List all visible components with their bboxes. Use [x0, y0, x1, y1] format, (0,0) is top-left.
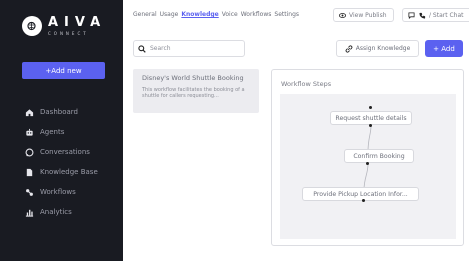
sidebar-item-workflows[interactable]: Workflows — [24, 182, 98, 202]
workflow-handle[interactable] — [362, 199, 365, 202]
sidebar-item-agents[interactable]: Agents — [24, 122, 98, 142]
document-icon — [24, 167, 34, 177]
tab-voice[interactable]: Voice — [222, 11, 238, 18]
knowledge-card-title: Disney's World Shuttle Booking — [142, 74, 244, 82]
brand-logo[interactable]: AIVA CONNECT — [22, 16, 106, 36]
eye-icon — [339, 12, 346, 18]
sidebar-item-dashboard[interactable]: Dashboard — [24, 102, 98, 122]
app-window: AIVA CONNECT +Add new Dashboard Agents C… — [0, 0, 469, 261]
view-publish-button[interactable]: View Publish — [333, 8, 394, 22]
tab-workflows[interactable]: Workflows — [241, 11, 272, 18]
sidebar-item-label: Agents — [40, 128, 65, 136]
sidebar-nav: Dashboard Agents Conversations Knowledge… — [24, 102, 98, 222]
phone-icon — [419, 12, 426, 19]
tab-usage[interactable]: Usage — [160, 11, 179, 18]
agent-icon — [24, 127, 34, 137]
chat-bubble-icon — [408, 11, 415, 19]
add-button[interactable]: + Add — [425, 40, 463, 57]
workflow-step[interactable]: Request shuttle details — [330, 111, 412, 125]
tab-settings[interactable]: Settings — [274, 11, 299, 18]
workflow-panel: Workflow Steps Request shuttle details C… — [271, 69, 464, 246]
tab-general[interactable]: General — [133, 11, 157, 18]
sidebar-item-knowledge-base[interactable]: Knowledge Base — [24, 162, 98, 182]
chart-icon — [24, 207, 34, 217]
search-placeholder: Search — [150, 45, 171, 52]
home-icon — [24, 107, 34, 117]
chat-icon — [24, 147, 34, 157]
sidebar: AIVA CONNECT +Add new Dashboard Agents C… — [0, 0, 123, 261]
search-input[interactable]: Search — [133, 40, 245, 57]
tab-knowledge[interactable]: Knowledge — [181, 11, 218, 18]
assign-knowledge-button[interactable]: Assign Knowledge — [336, 40, 419, 57]
tab-bar: General Usage Knowledge Voice Workflows … — [133, 11, 302, 18]
knowledge-card-description: This workflow facilitates the booking of… — [142, 87, 245, 99]
sidebar-item-label: Analytics — [40, 208, 72, 216]
start-chat-button[interactable]: / Start Chat — [402, 8, 469, 22]
sidebar-item-label: Dashboard — [40, 108, 78, 116]
sidebar-item-analytics[interactable]: Analytics — [24, 202, 98, 222]
sidebar-item-label: Knowledge Base — [40, 168, 98, 176]
brand-tagline: CONNECT — [48, 31, 89, 36]
workflow-step[interactable]: Confirm Booking — [344, 149, 414, 163]
workflow-step[interactable]: Provide Pickup Location Infor... — [302, 187, 419, 201]
workflow-panel-title: Workflow Steps — [281, 80, 332, 88]
link-icon — [345, 44, 353, 53]
start-chat-label: / Start Chat — [429, 11, 464, 19]
assign-knowledge-label: Assign Knowledge — [355, 45, 411, 52]
workflow-handle[interactable] — [366, 162, 369, 165]
sidebar-item-label: Workflows — [40, 188, 76, 196]
workflow-handle[interactable] — [369, 124, 372, 127]
view-publish-label: View Publish — [349, 11, 387, 19]
sidebar-item-conversations[interactable]: Conversations — [24, 142, 98, 162]
brand-name: AIVA — [48, 15, 107, 30]
search-icon — [138, 44, 146, 53]
add-new-button[interactable]: +Add new — [22, 62, 105, 79]
brain-icon — [22, 16, 42, 36]
workflow-canvas[interactable]: Request shuttle details Confirm Booking … — [280, 94, 456, 239]
workflow-handle[interactable] — [369, 106, 372, 109]
workflow-icon — [24, 187, 34, 197]
sidebar-item-label: Conversations — [40, 148, 90, 156]
knowledge-card[interactable]: Disney's World Shuttle Booking This work… — [133, 69, 259, 113]
